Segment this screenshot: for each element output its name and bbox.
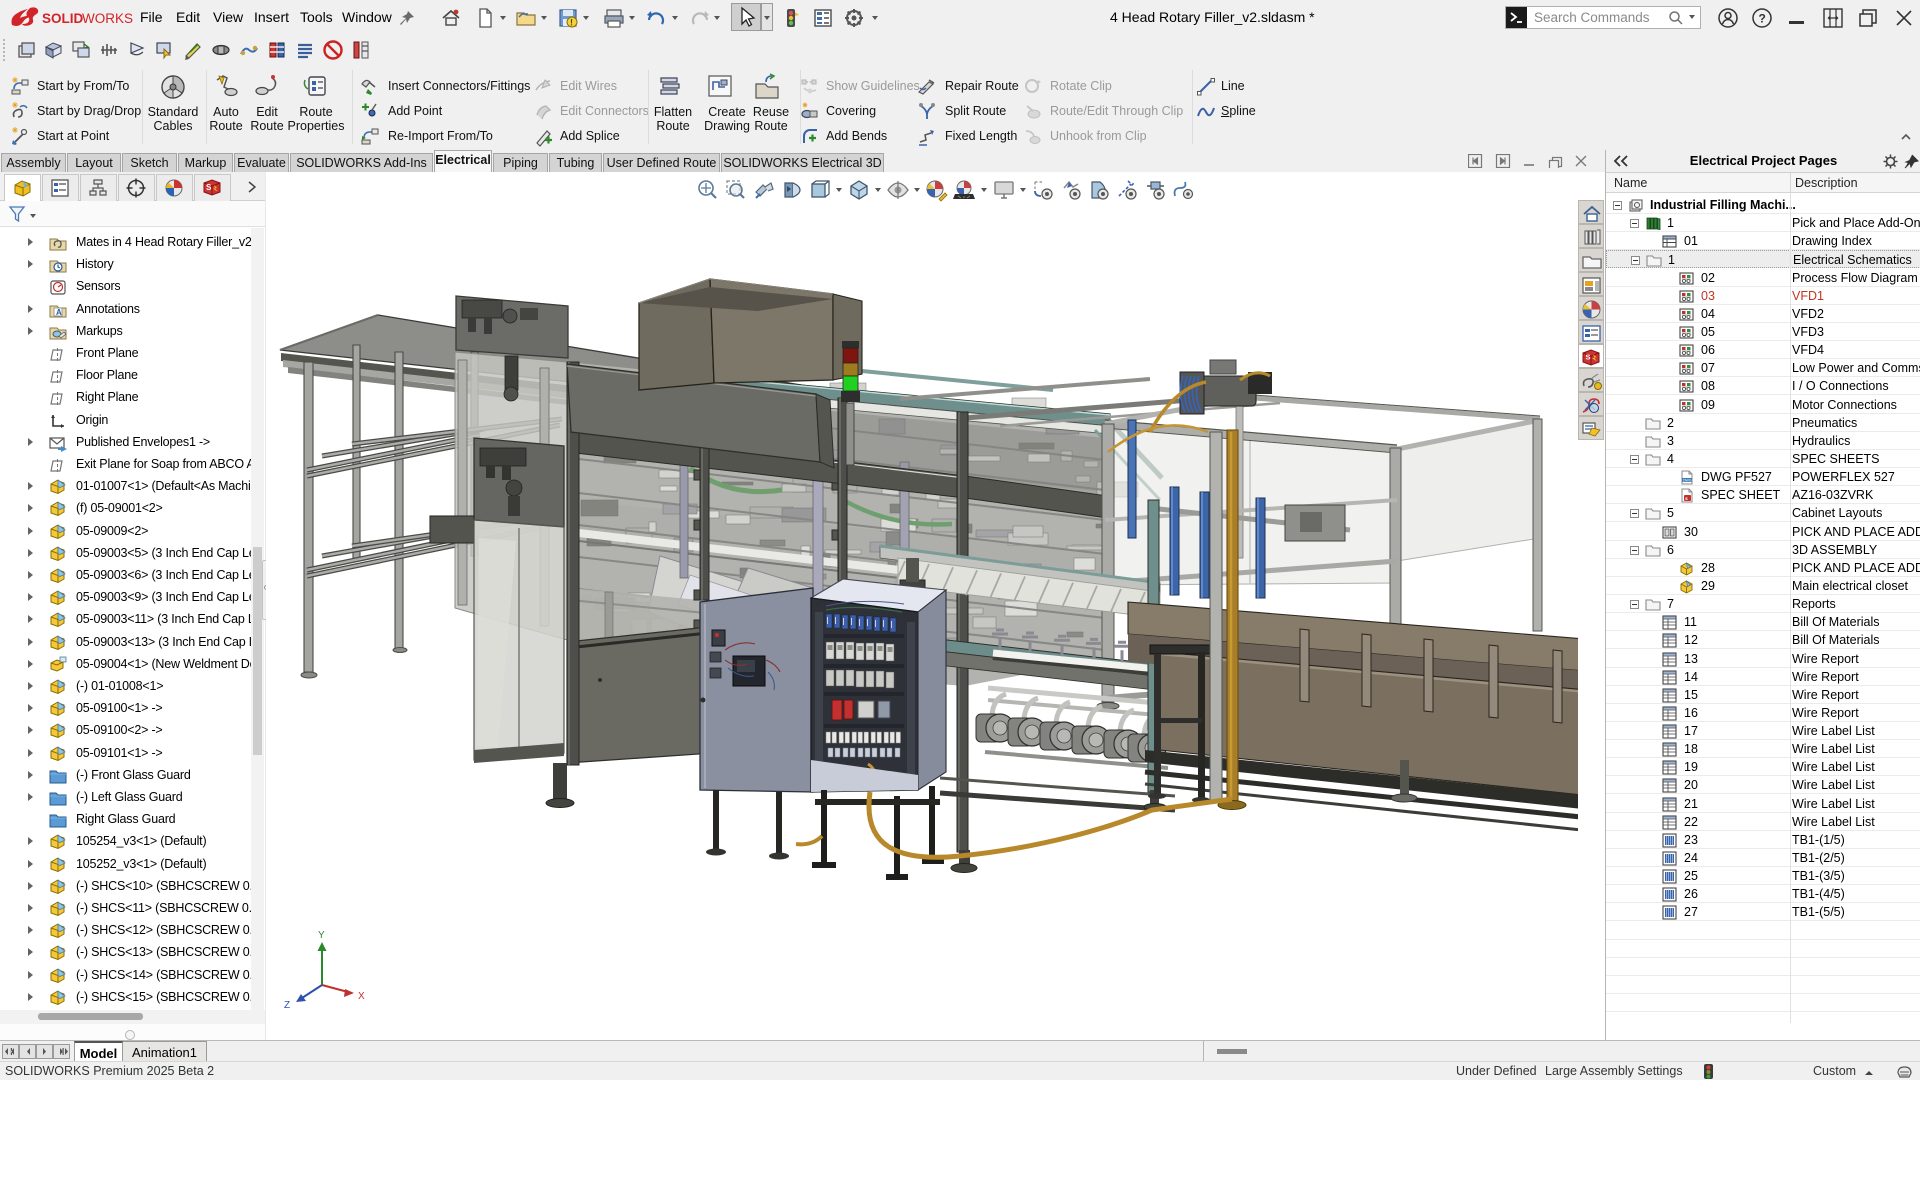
svg-text:?: ?	[1759, 12, 1766, 26]
svg-text:DWG: DWG	[1683, 479, 1692, 483]
svg-text:!: !	[570, 18, 573, 28]
svg-text:WORKS: WORKS	[82, 11, 133, 26]
svg-text:X: X	[358, 991, 365, 1002]
svg-text:Z: Z	[284, 1000, 290, 1011]
svg-text:SOLID: SOLID	[42, 11, 84, 26]
svg-text:Y: Y	[318, 930, 325, 941]
svg-text:A: A	[56, 308, 62, 317]
svg-text:&: &	[1685, 496, 1688, 501]
svg-text:S: S	[206, 183, 212, 192]
svg-text:S: S	[1586, 353, 1591, 362]
